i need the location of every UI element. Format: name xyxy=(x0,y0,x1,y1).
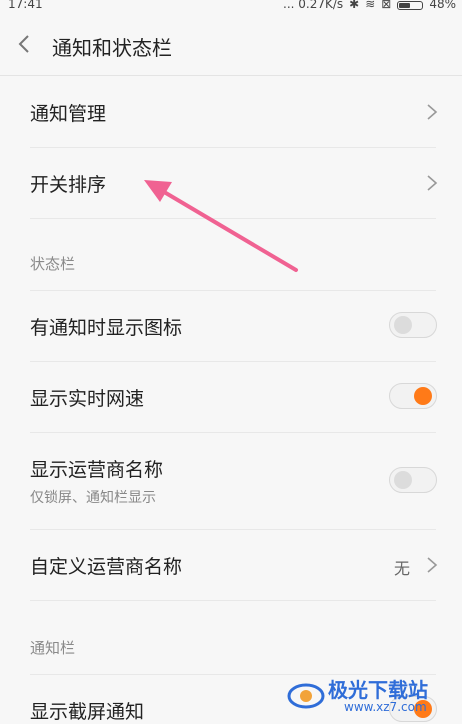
page-title: 通知和状态栏 xyxy=(52,36,172,60)
section-header-status-bar: 状态栏 xyxy=(30,255,76,273)
row-show-realtime-speed[interactable]: 显示实时网速 xyxy=(0,362,462,432)
row-notification-management[interactable]: 通知管理 xyxy=(0,77,462,147)
toggle-knob xyxy=(394,471,412,489)
row-label: 显示截屏通知 xyxy=(30,701,145,723)
section-header-notification-bar: 通知栏 xyxy=(30,639,76,657)
row-custom-carrier-name[interactable]: 自定义运营商名称 无 xyxy=(0,530,462,600)
battery-percent: 48% xyxy=(429,0,456,11)
toggle-realtime-speed[interactable] xyxy=(389,383,437,409)
watermark-logo-icon xyxy=(287,683,325,709)
bluetooth-icon: ✱ xyxy=(349,0,360,11)
toggle-carrier-name[interactable] xyxy=(389,467,437,493)
wifi-icon: ≋ xyxy=(365,0,376,11)
row-label: 显示运营商名称 xyxy=(30,459,164,481)
back-arrow-icon[interactable] xyxy=(14,32,36,56)
row-sublabel: 仅锁屏、通知栏显示 xyxy=(30,490,156,506)
row-show-icon-on-notification[interactable]: 有通知时显示图标 xyxy=(0,291,462,361)
row-label: 开关排序 xyxy=(30,174,107,196)
status-time: 17:41 xyxy=(8,0,43,11)
divider xyxy=(30,218,436,219)
row-show-carrier-name[interactable]: 显示运营商名称 仅锁屏、通知栏显示 xyxy=(0,433,462,529)
sim-icon: ⊠ xyxy=(381,0,392,11)
row-value: 无 xyxy=(393,559,410,578)
watermark: 极光下载站 www.xz7.com xyxy=(286,670,456,720)
divider xyxy=(30,600,436,601)
battery-icon xyxy=(397,0,424,10)
toggle-knob xyxy=(414,387,432,405)
row-label: 自定义运营商名称 xyxy=(30,556,183,578)
network-speed: ... 0.27K/s xyxy=(283,0,344,11)
toggle-knob xyxy=(394,316,412,334)
watermark-url: www.xz7.com xyxy=(344,700,427,714)
row-label: 显示实时网速 xyxy=(30,388,145,410)
row-switch-order[interactable]: 开关排序 xyxy=(0,148,462,218)
toggle-show-icon[interactable] xyxy=(389,312,437,338)
status-bar: 17:41 ... 0.27K/s ✱ ≋ ⊠ 48% xyxy=(0,0,462,12)
chevron-right-icon xyxy=(427,557,438,573)
header: 通知和状态栏 xyxy=(0,12,462,76)
row-label: 通知管理 xyxy=(30,103,107,125)
chevron-right-icon xyxy=(427,104,438,120)
chevron-right-icon xyxy=(427,175,438,191)
row-label: 有通知时显示图标 xyxy=(30,317,183,339)
watermark-title: 极光下载站 xyxy=(328,678,428,702)
status-indicators: ... 0.27K/s ✱ ≋ ⊠ 48% xyxy=(283,0,456,11)
